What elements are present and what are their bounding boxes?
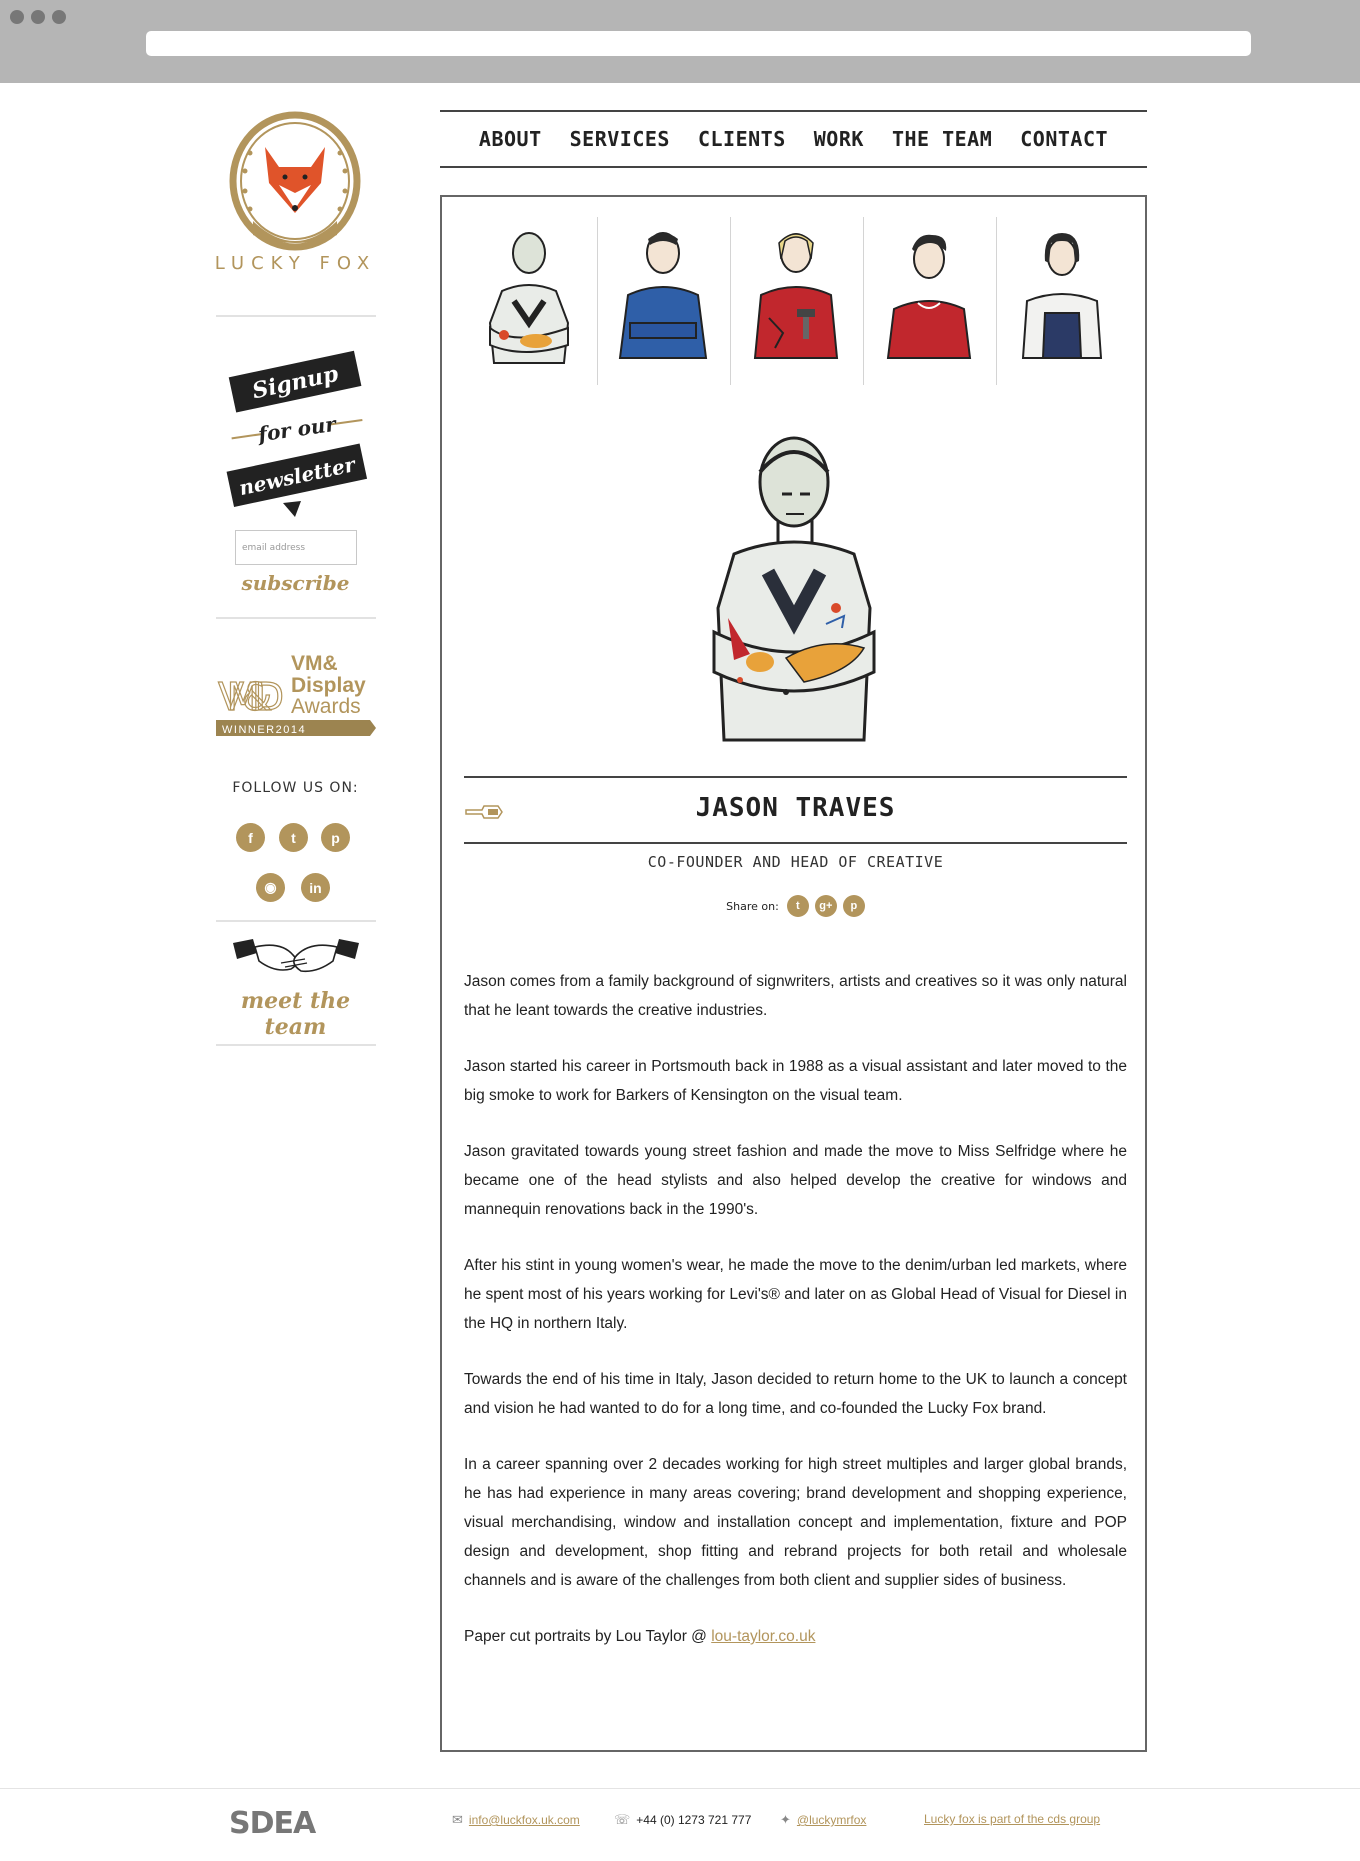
footer-email: ✉ info@luckfox.uk.com	[452, 1812, 580, 1828]
facebook-icon[interactable]: f	[236, 823, 265, 852]
window-dot-icon[interactable]	[52, 10, 66, 24]
footer-email-link[interactable]: info@luckfox.uk.com	[469, 1813, 580, 1827]
divider	[464, 776, 1127, 778]
profile-name: JASON TRAVES	[695, 793, 896, 823]
divider	[216, 617, 376, 619]
divider	[216, 315, 376, 317]
nav-work[interactable]: WORK	[814, 127, 864, 151]
phone-icon: ☏	[614, 1812, 631, 1827]
award-title: Display	[291, 674, 366, 697]
nav-the-team[interactable]: THE TEAM	[892, 127, 992, 151]
share-label: Share on:	[726, 899, 779, 913]
nav-services[interactable]: SERVICES	[570, 127, 670, 151]
bio-paragraph: In a career spanning over 2 decades work…	[464, 1456, 1127, 1589]
brand-name: LUCKY FOX	[214, 253, 377, 274]
bio-paragraph: Jason gravitated towards young street fa…	[464, 1143, 1127, 1218]
mail-icon: ✉	[452, 1812, 463, 1827]
vmd-award-badge: VM&D VM& Display Awards WINNER2014	[216, 652, 376, 736]
team-member-2[interactable]	[597, 217, 730, 385]
footer-twitter-link[interactable]: @luckymrfox	[797, 1813, 867, 1827]
portrait-jason-hero	[712, 436, 876, 742]
main-nav: ABOUT SERVICES CLIENTS WORK THE TEAM CON…	[440, 110, 1147, 168]
divider	[216, 1044, 376, 1046]
pinterest-icon[interactable]: p	[842, 895, 865, 917]
footer-divider	[0, 1788, 1360, 1789]
lou-taylor-link[interactable]: lou-taylor.co.uk	[711, 1628, 815, 1645]
profile-panel: JASON TRAVES CO-FOUNDER AND HEAD OF CREA…	[440, 195, 1147, 1752]
portrait-credit: Paper cut portraits by Lou Taylor @ lou-…	[464, 1622, 1127, 1651]
portrait-thumb	[1021, 233, 1103, 359]
award-title: Awards	[291, 695, 361, 718]
bio-paragraph: Towards the end of his time in Italy, Ja…	[464, 1371, 1127, 1417]
team-member-4[interactable]	[863, 217, 996, 385]
sdea-logo: SDEA	[229, 1806, 316, 1841]
browser-chrome	[0, 0, 1360, 83]
address-bar[interactable]	[146, 31, 1251, 56]
profile-bio: Jason comes from a family background of …	[464, 967, 1127, 1651]
share-bar: Share on: t g+ p	[464, 895, 1127, 917]
window-dot-icon[interactable]	[10, 10, 24, 24]
footer-group: Lucky fox is part of the cds group	[924, 1812, 1100, 1826]
lucky-fox-logo[interactable]	[213, 111, 378, 271]
portrait-thumb	[886, 234, 972, 359]
instagram-icon[interactable]: ◉	[256, 873, 285, 902]
award-title: VM&	[291, 652, 338, 675]
divider	[464, 842, 1127, 844]
credit-text: Paper cut portraits by Lou Taylor @	[464, 1628, 712, 1645]
team-member-jason[interactable]	[464, 217, 597, 385]
window-dot-icon[interactable]	[31, 10, 45, 24]
handshake-icon	[233, 939, 359, 973]
linkedin-icon[interactable]: in	[301, 873, 330, 902]
award-logo-text: VM&D	[218, 675, 284, 719]
banner-text: for our	[255, 412, 339, 447]
bio-paragraph: Jason started his career in Portsmouth b…	[464, 1058, 1127, 1104]
twitter-icon[interactable]: t	[279, 823, 308, 852]
meet-the-team-link[interactable]: meet the team	[213, 988, 378, 1040]
team-member-5[interactable]	[996, 217, 1129, 385]
newsletter-banner: Signup for our newsletter	[226, 350, 368, 517]
email-input[interactable]	[235, 530, 357, 565]
pinterest-icon[interactable]: p	[321, 823, 350, 852]
profile-role: CO-FOUNDER AND HEAD OF CREATIVE	[647, 853, 944, 871]
team-selector	[464, 217, 1129, 385]
nav-clients[interactable]: CLIENTS	[698, 127, 786, 151]
portrait-thumb	[753, 233, 839, 359]
twitter-icon: ✦	[780, 1812, 791, 1827]
bio-paragraph: Jason comes from a family background of …	[464, 973, 1127, 1019]
team-member-3[interactable]	[730, 217, 863, 385]
divider	[216, 920, 376, 922]
follow-us-label: FOLLOW US ON:	[232, 780, 359, 796]
footer-group-link[interactable]: Lucky fox is part of the cds group	[924, 1812, 1100, 1826]
subscribe-button[interactable]: subscribe	[213, 571, 378, 595]
portrait-thumb	[618, 232, 708, 359]
award-ribbon: WINNER2014	[222, 724, 306, 736]
portrait-jason-thumb	[488, 232, 570, 364]
nav-about[interactable]: ABOUT	[479, 127, 542, 151]
nav-contact[interactable]: CONTACT	[1020, 127, 1108, 151]
bio-paragraph: After his stint in young women's wear, h…	[464, 1257, 1127, 1332]
footer-phone: ☏ +44 (0) 1273 721 777	[614, 1812, 751, 1828]
twitter-icon[interactable]: t	[786, 895, 809, 917]
footer-twitter: ✦ @luckymrfox	[780, 1812, 866, 1828]
footer-phone-number: +44 (0) 1273 721 777	[636, 1813, 752, 1827]
google-plus-icon[interactable]: g+	[814, 895, 837, 917]
